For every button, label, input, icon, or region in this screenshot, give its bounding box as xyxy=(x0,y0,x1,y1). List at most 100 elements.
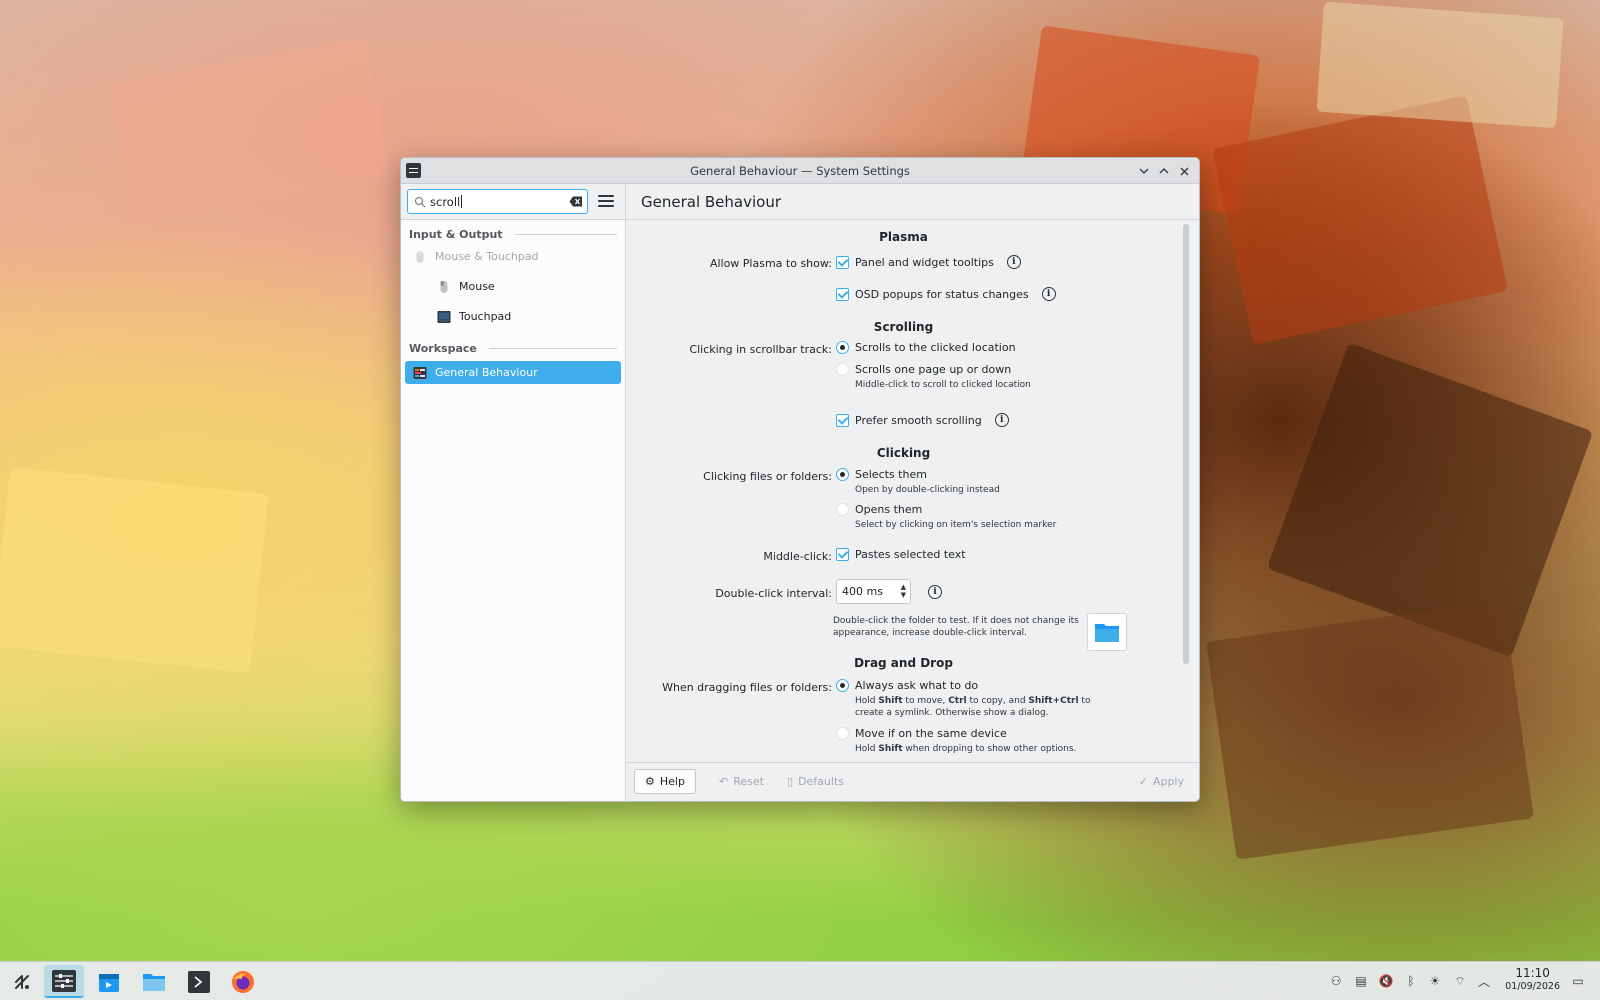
double-click-interval-row: 400 ms ▲ ▼ i xyxy=(836,579,942,604)
brightness-icon[interactable]: ☀ xyxy=(1427,973,1443,989)
info-icon[interactable]: i xyxy=(928,584,942,599)
scroll-one-page-radio[interactable]: Scrolls one page up or down xyxy=(836,363,1011,376)
move-same-device-radio[interactable]: Move if on the same device xyxy=(836,727,1007,740)
taskbar-dolphin[interactable] xyxy=(134,965,174,998)
radio-button[interactable] xyxy=(836,679,849,692)
help-icon: ⚙ xyxy=(645,775,655,788)
opens-them-radio[interactable]: Opens them xyxy=(836,503,922,516)
radio-button[interactable] xyxy=(836,341,849,354)
vertical-scrollbar[interactable] xyxy=(1183,224,1189,754)
taskbar-discover[interactable] xyxy=(89,965,129,998)
search-icon xyxy=(414,196,426,207)
touchpad-icon xyxy=(437,310,451,323)
clicking-files-label: Clicking files or folders: xyxy=(703,470,832,483)
hamburger-menu-button[interactable] xyxy=(598,193,614,209)
dialog-footer: ⚙ Help ↶ Reset ▯ Defaults ✓ Apply xyxy=(626,762,1199,801)
window-title: General Behaviour — System Settings xyxy=(690,163,910,178)
search-input[interactable]: scroll xyxy=(407,189,588,214)
defaults-button[interactable]: ▯ Defaults xyxy=(777,769,854,794)
sidebar-item-mouse[interactable]: Mouse xyxy=(405,275,621,298)
double-click-test-hint: Double-click the folder to test. If it d… xyxy=(833,616,1079,638)
sidebar-item-touchpad[interactable]: Touchpad xyxy=(405,305,621,328)
sidebar-item-label: Mouse & Touchpad xyxy=(435,250,539,263)
double-click-interval-spinbox[interactable]: 400 ms ▲ ▼ xyxy=(836,579,911,604)
middle-click-label: Middle-click: xyxy=(763,550,832,563)
taskbar-konsole[interactable] xyxy=(179,965,219,998)
sidebar-item-label: General Behaviour xyxy=(435,366,538,379)
application-launcher-button[interactable] xyxy=(2,965,42,998)
minimize-button[interactable] xyxy=(1135,162,1153,180)
checkbox[interactable] xyxy=(836,255,849,269)
info-icon[interactable]: i xyxy=(1041,287,1056,301)
selects-them-hint: Open by double-clicking instead xyxy=(855,485,1000,495)
radio-button[interactable] xyxy=(836,727,849,740)
text-caret xyxy=(461,195,463,208)
wallpaper-patch xyxy=(109,38,391,222)
page-header: General Behaviour xyxy=(626,184,1199,220)
clear-search-icon[interactable] xyxy=(569,195,583,208)
checkbox[interactable] xyxy=(836,548,849,561)
always-ask-radio[interactable]: Always ask what to do xyxy=(836,679,978,692)
discover-icon xyxy=(99,973,119,992)
sidebar-item-general-behaviour[interactable]: General Behaviour xyxy=(405,361,621,384)
double-click-interval-label: Double-click interval: xyxy=(715,587,832,600)
checkbox[interactable] xyxy=(836,413,849,427)
radio-button[interactable] xyxy=(836,503,849,516)
move-same-device-hint: Hold Shift when dropping to show other o… xyxy=(855,744,1077,754)
firefox-icon xyxy=(232,970,254,993)
maximize-button[interactable] xyxy=(1155,162,1173,180)
wallpaper-patch xyxy=(1316,1,1564,129)
section-title-plasma: Plasma xyxy=(879,230,928,244)
section-header-input-output: Input & Output xyxy=(409,228,617,241)
notifications-icon[interactable]: ⚇ xyxy=(1328,973,1344,989)
settings-content[interactable]: Plasma Allow Plasma to show: Panel and w… xyxy=(626,220,1199,761)
system-settings-window: General Behaviour — System Settings scro… xyxy=(400,157,1200,802)
volume-muted-icon[interactable]: 🔇 xyxy=(1378,973,1394,989)
mouse-icon xyxy=(416,250,424,263)
digital-clock[interactable]: 11:10 01/09/2026 xyxy=(1505,966,1560,994)
general-behaviour-icon xyxy=(413,366,427,379)
wifi-icon[interactable]: ⌔ xyxy=(1452,973,1468,989)
system-settings-icon xyxy=(52,969,76,992)
close-button[interactable] xyxy=(1175,162,1193,180)
chevron-up-icon xyxy=(1159,168,1169,174)
osd-popups-checkbox[interactable]: OSD popups for status changes i xyxy=(836,287,1056,301)
selects-them-radio[interactable]: Selects them xyxy=(836,468,927,481)
checkbox[interactable] xyxy=(836,287,849,301)
spin-arrows-icon[interactable]: ▲ ▼ xyxy=(901,583,906,599)
double-click-test-folder[interactable] xyxy=(1087,613,1127,651)
scroll-to-location-radio[interactable]: Scrolls to the clicked location xyxy=(836,341,1016,354)
wallpaper-patch xyxy=(1212,95,1508,345)
konsole-icon xyxy=(188,970,210,993)
smooth-scrolling-checkbox[interactable]: Prefer smooth scrolling i xyxy=(836,413,1009,427)
sidebar-item-label: Mouse xyxy=(459,280,495,293)
clock-time: 11:10 xyxy=(1515,966,1550,980)
info-icon[interactable]: i xyxy=(1006,255,1021,269)
scrollbar-handle[interactable] xyxy=(1183,224,1189,664)
section-title-clicking: Clicking xyxy=(876,446,931,460)
system-settings-icon[interactable] xyxy=(406,163,421,178)
section-title-drag-and-drop: Drag and Drop xyxy=(854,656,953,670)
panel-tooltips-checkbox[interactable]: Panel and widget tooltips i xyxy=(836,255,1021,269)
radio-button[interactable] xyxy=(836,363,849,376)
show-desktop-icon[interactable]: ▭ xyxy=(1570,973,1586,989)
dolphin-icon xyxy=(143,973,165,991)
dragging-files-label: When dragging files or folders: xyxy=(662,681,832,694)
clipboard-icon[interactable]: ▤ xyxy=(1353,973,1369,989)
sidebar-item-mouse-touchpad[interactable]: Mouse & Touchpad xyxy=(405,245,621,268)
bluetooth-icon[interactable]: ᛒ xyxy=(1403,973,1419,989)
tray-expand-icon[interactable]: ︿ xyxy=(1476,973,1492,989)
titlebar[interactable]: General Behaviour — System Settings xyxy=(401,158,1199,184)
apply-button[interactable]: ✓ Apply xyxy=(1129,769,1194,794)
reset-button[interactable]: ↶ Reset xyxy=(709,769,774,794)
search-value: scroll xyxy=(430,194,461,209)
info-icon[interactable]: i xyxy=(994,413,1009,427)
always-ask-hint: Hold Shift to move, Ctrl to copy, and Sh… xyxy=(855,696,1091,718)
page-title: General Behaviour xyxy=(641,192,781,211)
allow-plasma-label: Allow Plasma to show: xyxy=(709,257,832,270)
help-button[interactable]: ⚙ Help xyxy=(634,769,696,794)
taskbar-system-settings[interactable] xyxy=(44,965,84,998)
radio-button[interactable] xyxy=(836,468,849,481)
taskbar-firefox[interactable] xyxy=(223,965,263,998)
pastes-selected-text-checkbox[interactable]: Pastes selected text xyxy=(836,548,966,561)
